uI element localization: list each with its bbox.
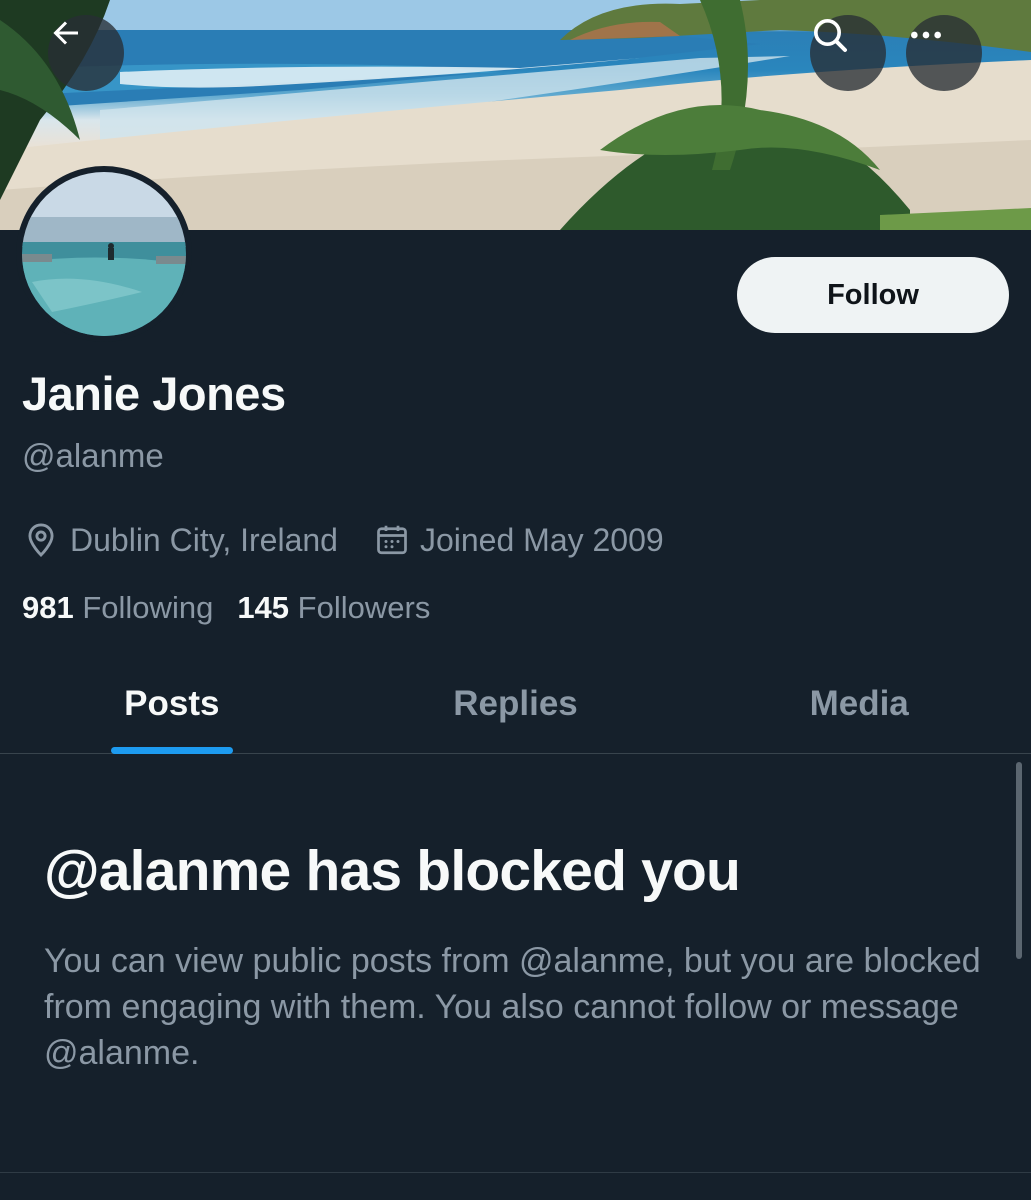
avatar[interactable]	[16, 166, 192, 342]
divider	[0, 1172, 1031, 1173]
join-date-text: Joined May 2009	[419, 521, 664, 558]
followers-count: 145	[237, 590, 290, 625]
scrollbar[interactable]	[1016, 762, 1022, 959]
avatar-image	[22, 172, 186, 336]
calendar-icon	[377, 525, 407, 555]
arrow-left-icon	[53, 21, 78, 45]
location-text: Dublin City, Ireland	[70, 521, 338, 558]
more-horizontal-icon	[911, 31, 941, 39]
search-icon	[814, 19, 847, 52]
tab-posts[interactable]: Posts	[0, 655, 344, 754]
display-name: Janie Jones	[22, 367, 286, 420]
followers-link[interactable]: 145 Followers	[237, 590, 430, 626]
search-button[interactable]	[810, 15, 886, 91]
following-count: 981	[22, 590, 74, 625]
tab-posts-label: Posts	[124, 684, 220, 723]
profile-meta: Dublin City, Ireland Joined May 2009	[22, 518, 700, 562]
tab-media-label: Media	[809, 684, 909, 723]
following-label: Following	[82, 590, 214, 625]
tab-replies-label: Replies	[453, 684, 578, 723]
location-pin-icon	[28, 523, 54, 558]
username-handle: @alanme	[22, 437, 164, 474]
follow-button[interactable]: Follow	[737, 257, 1009, 333]
follow-stats: 981 Following 145 Followers	[22, 590, 454, 626]
tab-replies[interactable]: Replies	[344, 655, 688, 753]
followers-label: Followers	[297, 590, 431, 625]
active-tab-indicator	[110, 747, 233, 754]
back-button[interactable]	[48, 15, 124, 91]
location: Dublin City, Ireland	[22, 521, 338, 559]
join-date: Joined May 2009	[374, 522, 664, 559]
more-options-button[interactable]	[906, 15, 982, 91]
following-link[interactable]: 981 Following	[22, 590, 213, 626]
blocked-title: @alanme has blocked you	[44, 839, 741, 903]
blocked-description: You can view public posts from @alanme, …	[44, 942, 981, 1072]
tab-media[interactable]: Media	[687, 655, 1031, 753]
profile-tabs: Posts Replies Media	[0, 655, 1031, 754]
